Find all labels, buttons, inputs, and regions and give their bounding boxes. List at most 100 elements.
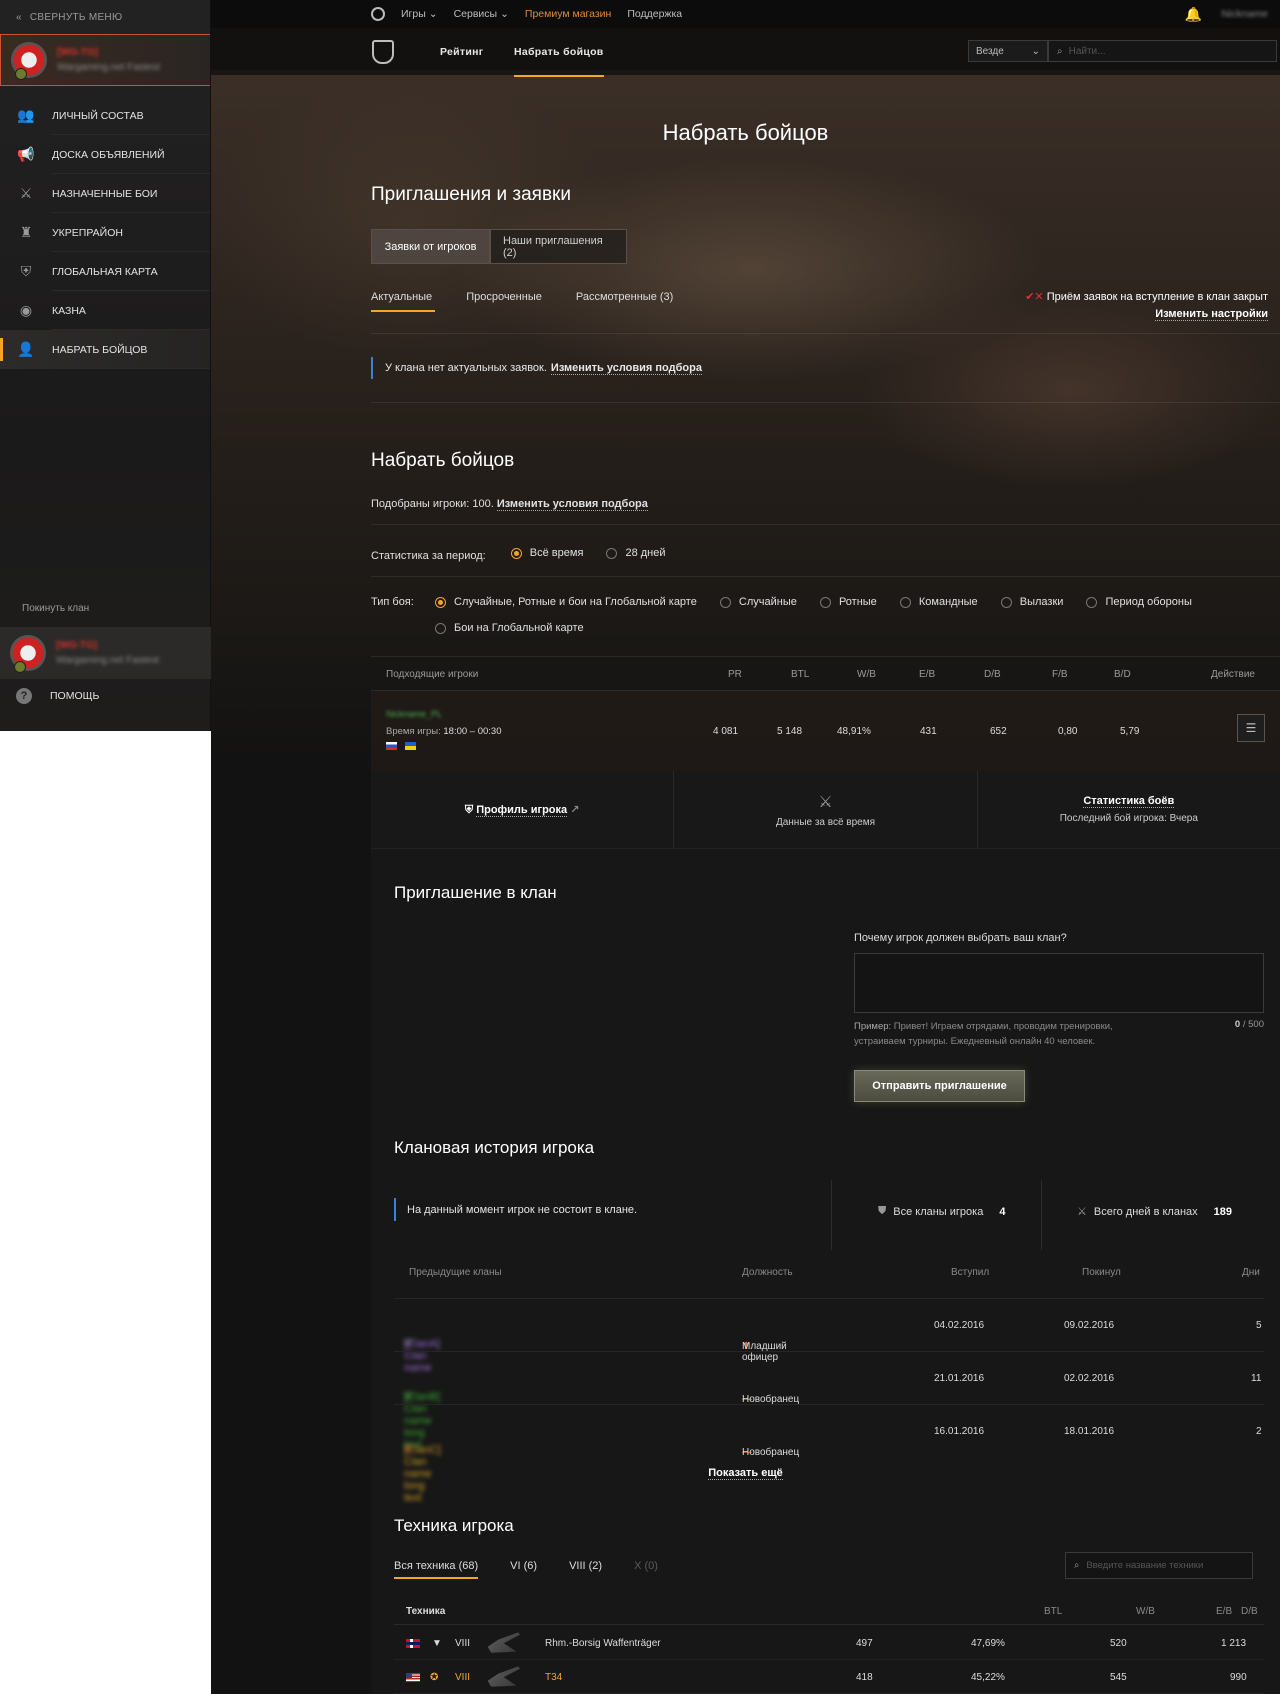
radio-battle-type-4[interactable]: Вылазки: [1000, 596, 1063, 608]
clan-search-input[interactable]: ⌕ Найти...: [1048, 40, 1277, 62]
vehicle-search-input[interactable]: ⌕ Введите название техники: [1065, 1552, 1253, 1579]
radio-all-time[interactable]: Всё время: [510, 547, 583, 559]
col-prev-clans: Предыдущие кланы: [409, 1267, 502, 1278]
radio-battle-type-1[interactable]: Случайные: [719, 596, 797, 608]
radio-battle-type-3[interactable]: Командные: [899, 596, 978, 608]
history-row[interactable]: ⛨ [ClanC] Clan name long text — Новобран…: [394, 1404, 1264, 1504]
sidebar-item-treasury[interactable]: ◉ Казна: [0, 291, 210, 330]
wg-logo-icon[interactable]: [371, 7, 385, 21]
divider: [371, 333, 1280, 334]
radio-label: Случайные: [738, 596, 797, 608]
vehicle-wb: 47,69%: [971, 1638, 1005, 1649]
clan-card-bottom[interactable]: [WG-TG] Wargaming.net Fastest: [0, 627, 211, 679]
radio-battle-type-global[interactable]: Бои на Глобальной карте: [435, 622, 584, 634]
region-select[interactable]: Везде ⌄: [968, 40, 1048, 62]
tab-rating[interactable]: Рейтинг: [440, 46, 483, 58]
divider: [371, 524, 1280, 525]
all-clans-stat[interactable]: ⛊ Все кланы игрока 4: [878, 1205, 1005, 1218]
profile-cell: ⛨ Профиль игрока ↗: [371, 771, 675, 848]
add-user-icon: 👤: [17, 341, 35, 357]
vehicle-row[interactable]: ✪ VIII T34 418 45,22% 545 990: [394, 1660, 1264, 1694]
seg-our-invites[interactable]: Наши приглашения (2): [490, 229, 627, 264]
radio-28-days[interactable]: 28 дней: [606, 547, 666, 559]
player-profile-link[interactable]: ⛨ Профиль игрока ↗: [465, 803, 579, 817]
megaphone-icon: 📢: [17, 146, 35, 162]
tab-recruit[interactable]: Набрать бойцов: [514, 46, 604, 77]
invite-title: Приглашение в клан: [394, 883, 557, 902]
col-btl[interactable]: BTL: [791, 669, 809, 680]
sidebar-item-stronghold[interactable]: ♜ Укрепрайон: [0, 213, 210, 252]
vehicle-row[interactable]: ▼ VIII Rhm.-Borsig Waffenträger 497 47,6…: [394, 1626, 1264, 1660]
clan-card[interactable]: [WG-TG] Wargaming.net Fastest: [0, 34, 210, 86]
change-conditions-link[interactable]: Изменить условия подбора: [496, 498, 648, 511]
sidebar-item-label: Казна: [52, 304, 86, 317]
vehicle-eb: 520: [1110, 1638, 1127, 1649]
eb-value: 431: [920, 726, 937, 737]
sidebar-item-global-map[interactable]: ⛨ Глобальная карта: [0, 252, 210, 291]
change-settings-link[interactable]: Изменить настройки: [1155, 308, 1268, 321]
vehicle-tier: VIII: [455, 1672, 471, 1683]
sidebar-item-label: Доска объявлений: [52, 148, 165, 161]
bell-icon[interactable]: 🔔: [1185, 6, 1202, 23]
help-link[interactable]: ? Помощь: [16, 688, 99, 704]
collapse-menu-button[interactable]: « Свернуть меню: [0, 0, 210, 34]
col-btl[interactable]: BTL: [1044, 1606, 1062, 1617]
change-conditions-link[interactable]: Изменить условия подбора: [550, 362, 702, 375]
col-wb[interactable]: W/B: [857, 669, 876, 680]
radio-battle-type-0[interactable]: Случайные, Ротные и бои на Глобальной ка…: [435, 596, 697, 608]
divider: [1041, 1180, 1042, 1250]
premium-shop-link[interactable]: Премиум магазин: [525, 8, 611, 20]
user-menu[interactable]: Nickname: [1221, 8, 1268, 20]
col-eb[interactable]: E/B: [1216, 1606, 1232, 1617]
seg-player-requests[interactable]: Заявки от игроков: [371, 229, 490, 264]
leave-clan-link[interactable]: Покинуть клан: [22, 603, 89, 614]
sidebar-item-recruit[interactable]: 👤 Набрать бойцов: [0, 330, 210, 369]
col-db[interactable]: D/B: [984, 669, 1001, 680]
player-row[interactable]: Nickname_PL Время игры: 18:00 – 00:30 4 …: [371, 691, 1280, 771]
col-pr[interactable]: PR: [728, 669, 742, 680]
tab-all-vehicles[interactable]: Вся техника (68): [394, 1560, 479, 1579]
battle-stats-link[interactable]: Статистика боёв: [1083, 795, 1175, 808]
radio-battle-type-5[interactable]: Период обороны: [1086, 596, 1192, 608]
support-link[interactable]: Поддержка: [627, 8, 682, 20]
col-tech[interactable]: Техника: [406, 1606, 445, 1617]
services-menu[interactable]: Сервисы ⌄: [454, 8, 509, 20]
request-subtabs: Актуальные Просроченные Рассмотренные (3…: [371, 291, 707, 312]
requests-closed-note: ✔✕ Приём заявок на вступление в клан зак…: [1025, 290, 1268, 321]
tab-tier-vi[interactable]: VI (6): [510, 1560, 537, 1572]
page-title: Набрать бойцов: [662, 120, 829, 145]
col-bd[interactable]: B/D: [1114, 669, 1131, 680]
vehicle-btl: 418: [856, 1672, 873, 1683]
invite-message-textarea[interactable]: [854, 953, 1264, 1013]
radio-label: 28 дней: [625, 547, 666, 559]
vehicles-table-header: Техника BTL W/B E/B D/B: [394, 1600, 1264, 1625]
tab-tier-viii[interactable]: VIII (2): [569, 1560, 602, 1572]
tab-expired[interactable]: Просроченные: [466, 291, 542, 303]
history-left: 18.01.2016: [1064, 1426, 1115, 1437]
history-row[interactable]: ⛨ [ClanB] Clan name long text — Новобран…: [394, 1351, 1264, 1451]
games-menu[interactable]: Игры ⌄: [401, 8, 438, 20]
last-battle-text: Последний бой игрока: Вчера: [1059, 813, 1198, 824]
send-invite-button[interactable]: Отправить приглашение: [854, 1070, 1025, 1102]
col-db[interactable]: D/B: [1241, 1606, 1258, 1617]
stats-cell: Статистика боёв Последний бой игрока: Вч…: [978, 771, 1280, 848]
radio-battle-type-2[interactable]: Ротные: [819, 596, 877, 608]
col-action: Действие: [1211, 669, 1255, 680]
history-row[interactable]: ⛨ [ClanA] Clan name ⬆ Младший офицер 04.…: [394, 1298, 1264, 1374]
player-nick[interactable]: Nickname_PL: [386, 709, 442, 719]
history-days: 5: [1256, 1320, 1262, 1331]
days-label: Всего дней в кланах: [1093, 1205, 1198, 1218]
col-fb[interactable]: F/B: [1052, 669, 1068, 680]
player-details-button[interactable]: ☰: [1237, 714, 1265, 742]
tab-reviewed[interactable]: Рассмотренные (3): [576, 291, 673, 303]
sidebar-item-members[interactable]: 👥 Личный состав: [0, 96, 210, 135]
tab-actual[interactable]: Актуальные: [371, 291, 436, 312]
vehicle-eb: 545: [1110, 1672, 1127, 1683]
clan-shield-icon[interactable]: [372, 40, 394, 64]
sidebar-item-battles[interactable]: ⚔ Назначенные бои: [0, 174, 210, 213]
col-eb[interactable]: E/B: [919, 669, 935, 680]
col-wb[interactable]: W/B: [1136, 1606, 1155, 1617]
sidebar-item-board[interactable]: 📢 Доска объявлений: [0, 135, 210, 174]
search-placeholder: Найти...: [1068, 45, 1106, 57]
show-more-button[interactable]: Показать ещё: [211, 1467, 1280, 1480]
